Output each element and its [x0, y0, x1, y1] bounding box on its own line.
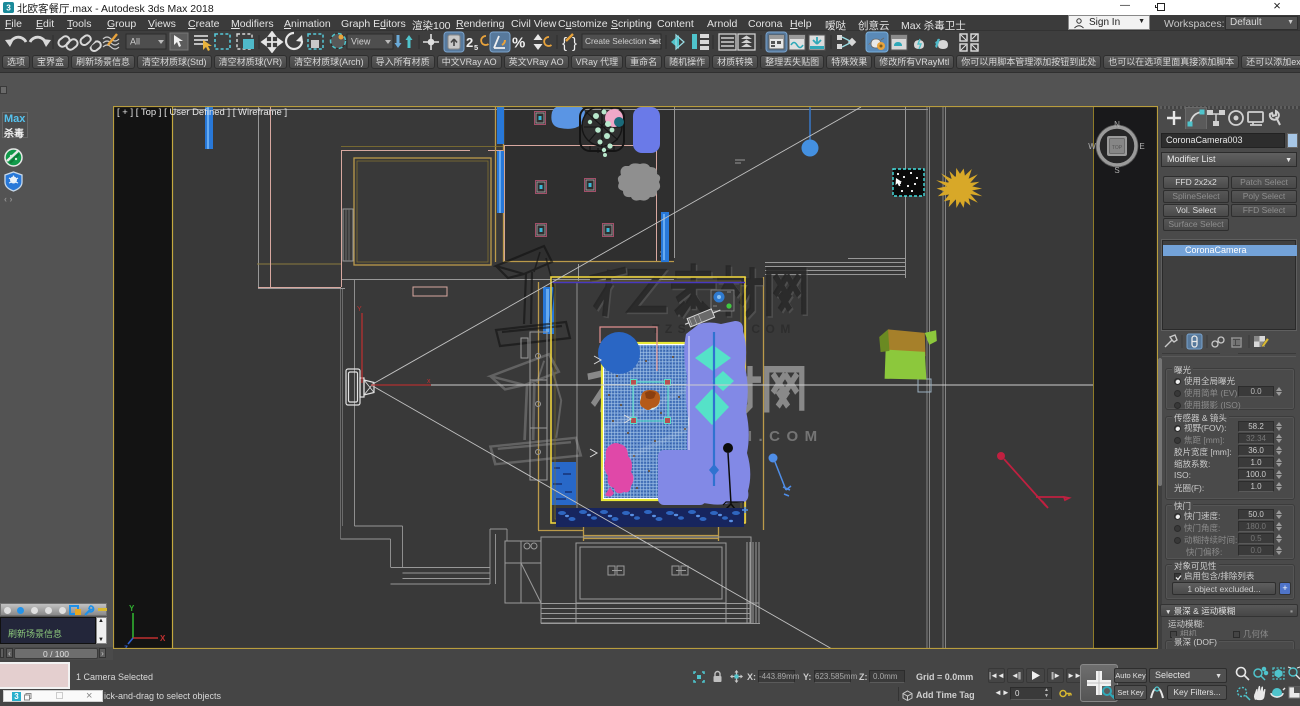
svg-text:2: 2	[466, 35, 473, 50]
svg-text:All: All	[130, 37, 140, 47]
svg-text:3: 3	[6, 4, 11, 13]
svg-text:Create Selection Set: Create Selection Set	[585, 36, 662, 46]
svg-text:N: N	[1114, 120, 1120, 129]
svg-text:[ + ] [ Top ] [ User Defined ]: [ + ] [ Top ] [ User Defined ] [ Wirefra…	[117, 107, 287, 118]
svg-text:%: %	[512, 35, 525, 52]
svg-text:E: E	[1139, 142, 1144, 151]
svg-text:5: 5	[474, 43, 478, 52]
svg-text:S: S	[1114, 166, 1119, 175]
svg-text:x: x	[427, 378, 431, 385]
svg-text:{: {	[562, 35, 567, 52]
svg-text:X: X	[160, 634, 166, 643]
svg-text:}: }	[572, 35, 577, 52]
svg-text:Y: Y	[357, 306, 362, 313]
svg-text:TOP: TOP	[1112, 145, 1123, 151]
svg-text:W: W	[1088, 142, 1096, 151]
svg-text:Y: Y	[129, 604, 135, 613]
svg-text:View: View	[351, 37, 371, 47]
